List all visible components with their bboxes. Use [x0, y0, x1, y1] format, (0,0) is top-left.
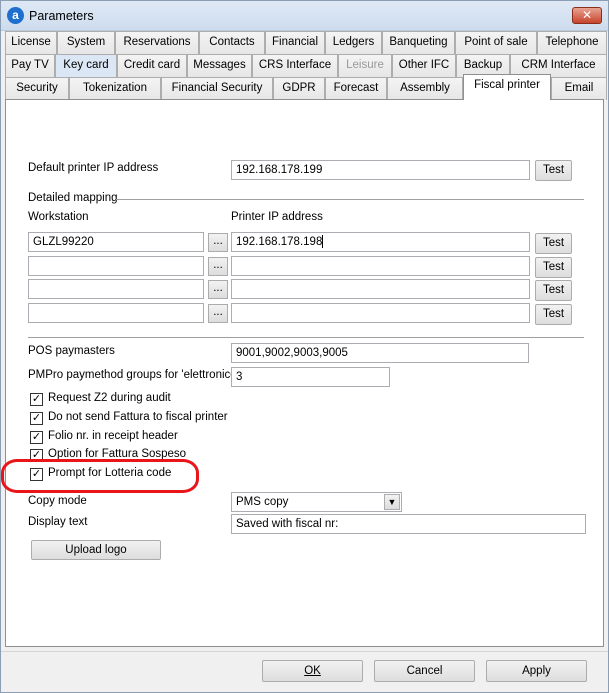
lotteria-code-label: Prompt for Lotteria code	[48, 467, 172, 479]
apply-button-label: Apply	[522, 665, 551, 677]
tab-telephone[interactable]: Telephone	[537, 31, 607, 54]
folio-nr-label: Folio nr. in receipt header	[48, 430, 178, 442]
detailed-mapping-label: Detailed mapping	[28, 192, 118, 204]
mapping-test-button[interactable]: Test	[535, 257, 572, 278]
apply-button[interactable]: Apply	[486, 660, 587, 682]
workstation-input[interactable]	[28, 303, 204, 323]
printer-ip-header: Printer IP address	[231, 211, 323, 223]
copy-mode-value: PMS copy	[236, 496, 289, 508]
tab-ledgers[interactable]: Ledgers	[325, 31, 382, 54]
parameters-window: a Parameters ✕ License System Reservatio…	[0, 0, 609, 693]
cancel-button-label: Cancel	[406, 665, 443, 677]
workstation-browse-button[interactable]: ...	[208, 280, 228, 299]
copy-mode-select[interactable]: PMS copy ▼	[231, 492, 402, 512]
tab-key-card[interactable]: Key card	[55, 54, 117, 77]
display-text-label: Display text	[28, 516, 88, 528]
pmpro-paymethod-input[interactable]: 3	[231, 367, 390, 387]
mapping-test-button[interactable]: Test	[535, 280, 572, 301]
cancel-button[interactable]: Cancel	[374, 660, 475, 682]
request-z2-checkbox[interactable]: ✓	[30, 393, 43, 406]
tab-crs-interface[interactable]: CRS Interface	[252, 54, 338, 77]
fiscal-printer-panel: Default printer IP address 192.168.178.1…	[5, 99, 604, 647]
default-ip-label: Default printer IP address	[28, 162, 159, 174]
tab-banqueting[interactable]: Banqueting	[382, 31, 455, 54]
tab-reservations[interactable]: Reservations	[115, 31, 199, 54]
pos-paymasters-input[interactable]: 9001,9002,9003,9005	[231, 343, 529, 363]
tab-assembly[interactable]: Assembly	[387, 77, 463, 100]
tab-security[interactable]: Security	[5, 77, 69, 100]
section-separator	[28, 337, 584, 338]
lotteria-code-checkbox[interactable]: ✓	[30, 468, 43, 481]
tab-system[interactable]: System	[57, 31, 115, 54]
detailed-mapping-separator	[116, 199, 584, 200]
tab-tokenization[interactable]: Tokenization	[69, 77, 161, 100]
app-logo-icon: a	[7, 7, 24, 24]
request-z2-label: Request Z2 during audit	[48, 392, 171, 404]
mapping-test-button[interactable]: Test	[535, 304, 572, 325]
tab-leisure: Leisure	[338, 54, 392, 77]
tab-pay-tv[interactable]: Pay TV	[5, 54, 55, 77]
default-ip-test-button[interactable]: Test	[535, 160, 572, 181]
fattura-sospeso-label: Option for Fattura Sospeso	[48, 448, 187, 460]
workstation-header: Workstation	[28, 211, 89, 223]
printer-ip-input[interactable]	[231, 303, 530, 323]
printer-ip-input[interactable]: 192.168.178.198	[231, 232, 530, 252]
ok-button[interactable]: OK	[262, 660, 363, 682]
tab-forecast[interactable]: Forecast	[325, 77, 387, 100]
close-button[interactable]: ✕	[572, 7, 602, 24]
tab-financial-security[interactable]: Financial Security	[161, 77, 273, 100]
printer-ip-input[interactable]	[231, 279, 530, 299]
footer-separator	[1, 651, 608, 652]
pmpro-paymethod-label: PMPro paymethod groups for 'elettronico'	[28, 369, 239, 381]
title-bar[interactable]: a Parameters ✕	[1, 1, 608, 31]
tab-financial[interactable]: Financial	[265, 31, 325, 54]
workstation-input[interactable]	[28, 279, 204, 299]
default-ip-input[interactable]: 192.168.178.199	[231, 160, 530, 180]
workstation-browse-button[interactable]: ...	[208, 233, 228, 252]
tab-contacts[interactable]: Contacts	[199, 31, 265, 54]
no-fattura-label: Do not send Fattura to fiscal printer	[48, 411, 228, 423]
workstation-browse-button[interactable]: ...	[208, 257, 228, 276]
tab-other-ifc[interactable]: Other IFC	[392, 54, 456, 77]
fattura-sospeso-checkbox[interactable]: ✓	[30, 449, 43, 462]
no-fattura-checkbox[interactable]: ✓	[30, 412, 43, 425]
tab-gdpr[interactable]: GDPR	[273, 77, 325, 100]
tab-point-of-sale[interactable]: Point of sale	[455, 31, 537, 54]
folio-nr-checkbox[interactable]: ✓	[30, 431, 43, 444]
display-text-input[interactable]: Saved with fiscal nr:	[231, 514, 586, 534]
mapping-test-button[interactable]: Test	[535, 233, 572, 254]
ok-button-label: OK	[304, 665, 321, 677]
tab-email[interactable]: Email	[551, 77, 607, 100]
chevron-down-icon[interactable]: ▼	[384, 494, 400, 510]
tab-messages[interactable]: Messages	[187, 54, 252, 77]
workstation-browse-button[interactable]: ...	[208, 304, 228, 323]
tab-credit-card[interactable]: Credit card	[117, 54, 187, 77]
tab-fiscal-printer[interactable]: Fiscal printer	[463, 74, 551, 100]
workstation-input[interactable]	[28, 256, 204, 276]
window-title: Parameters	[29, 9, 94, 23]
upload-logo-button[interactable]: Upload logo	[31, 540, 161, 560]
workstation-input[interactable]: GLZL99220	[28, 232, 204, 252]
pos-paymasters-label: POS paymasters	[28, 345, 115, 357]
copy-mode-label: Copy mode	[28, 495, 87, 507]
printer-ip-input[interactable]	[231, 256, 530, 276]
tab-license[interactable]: License	[5, 31, 57, 54]
